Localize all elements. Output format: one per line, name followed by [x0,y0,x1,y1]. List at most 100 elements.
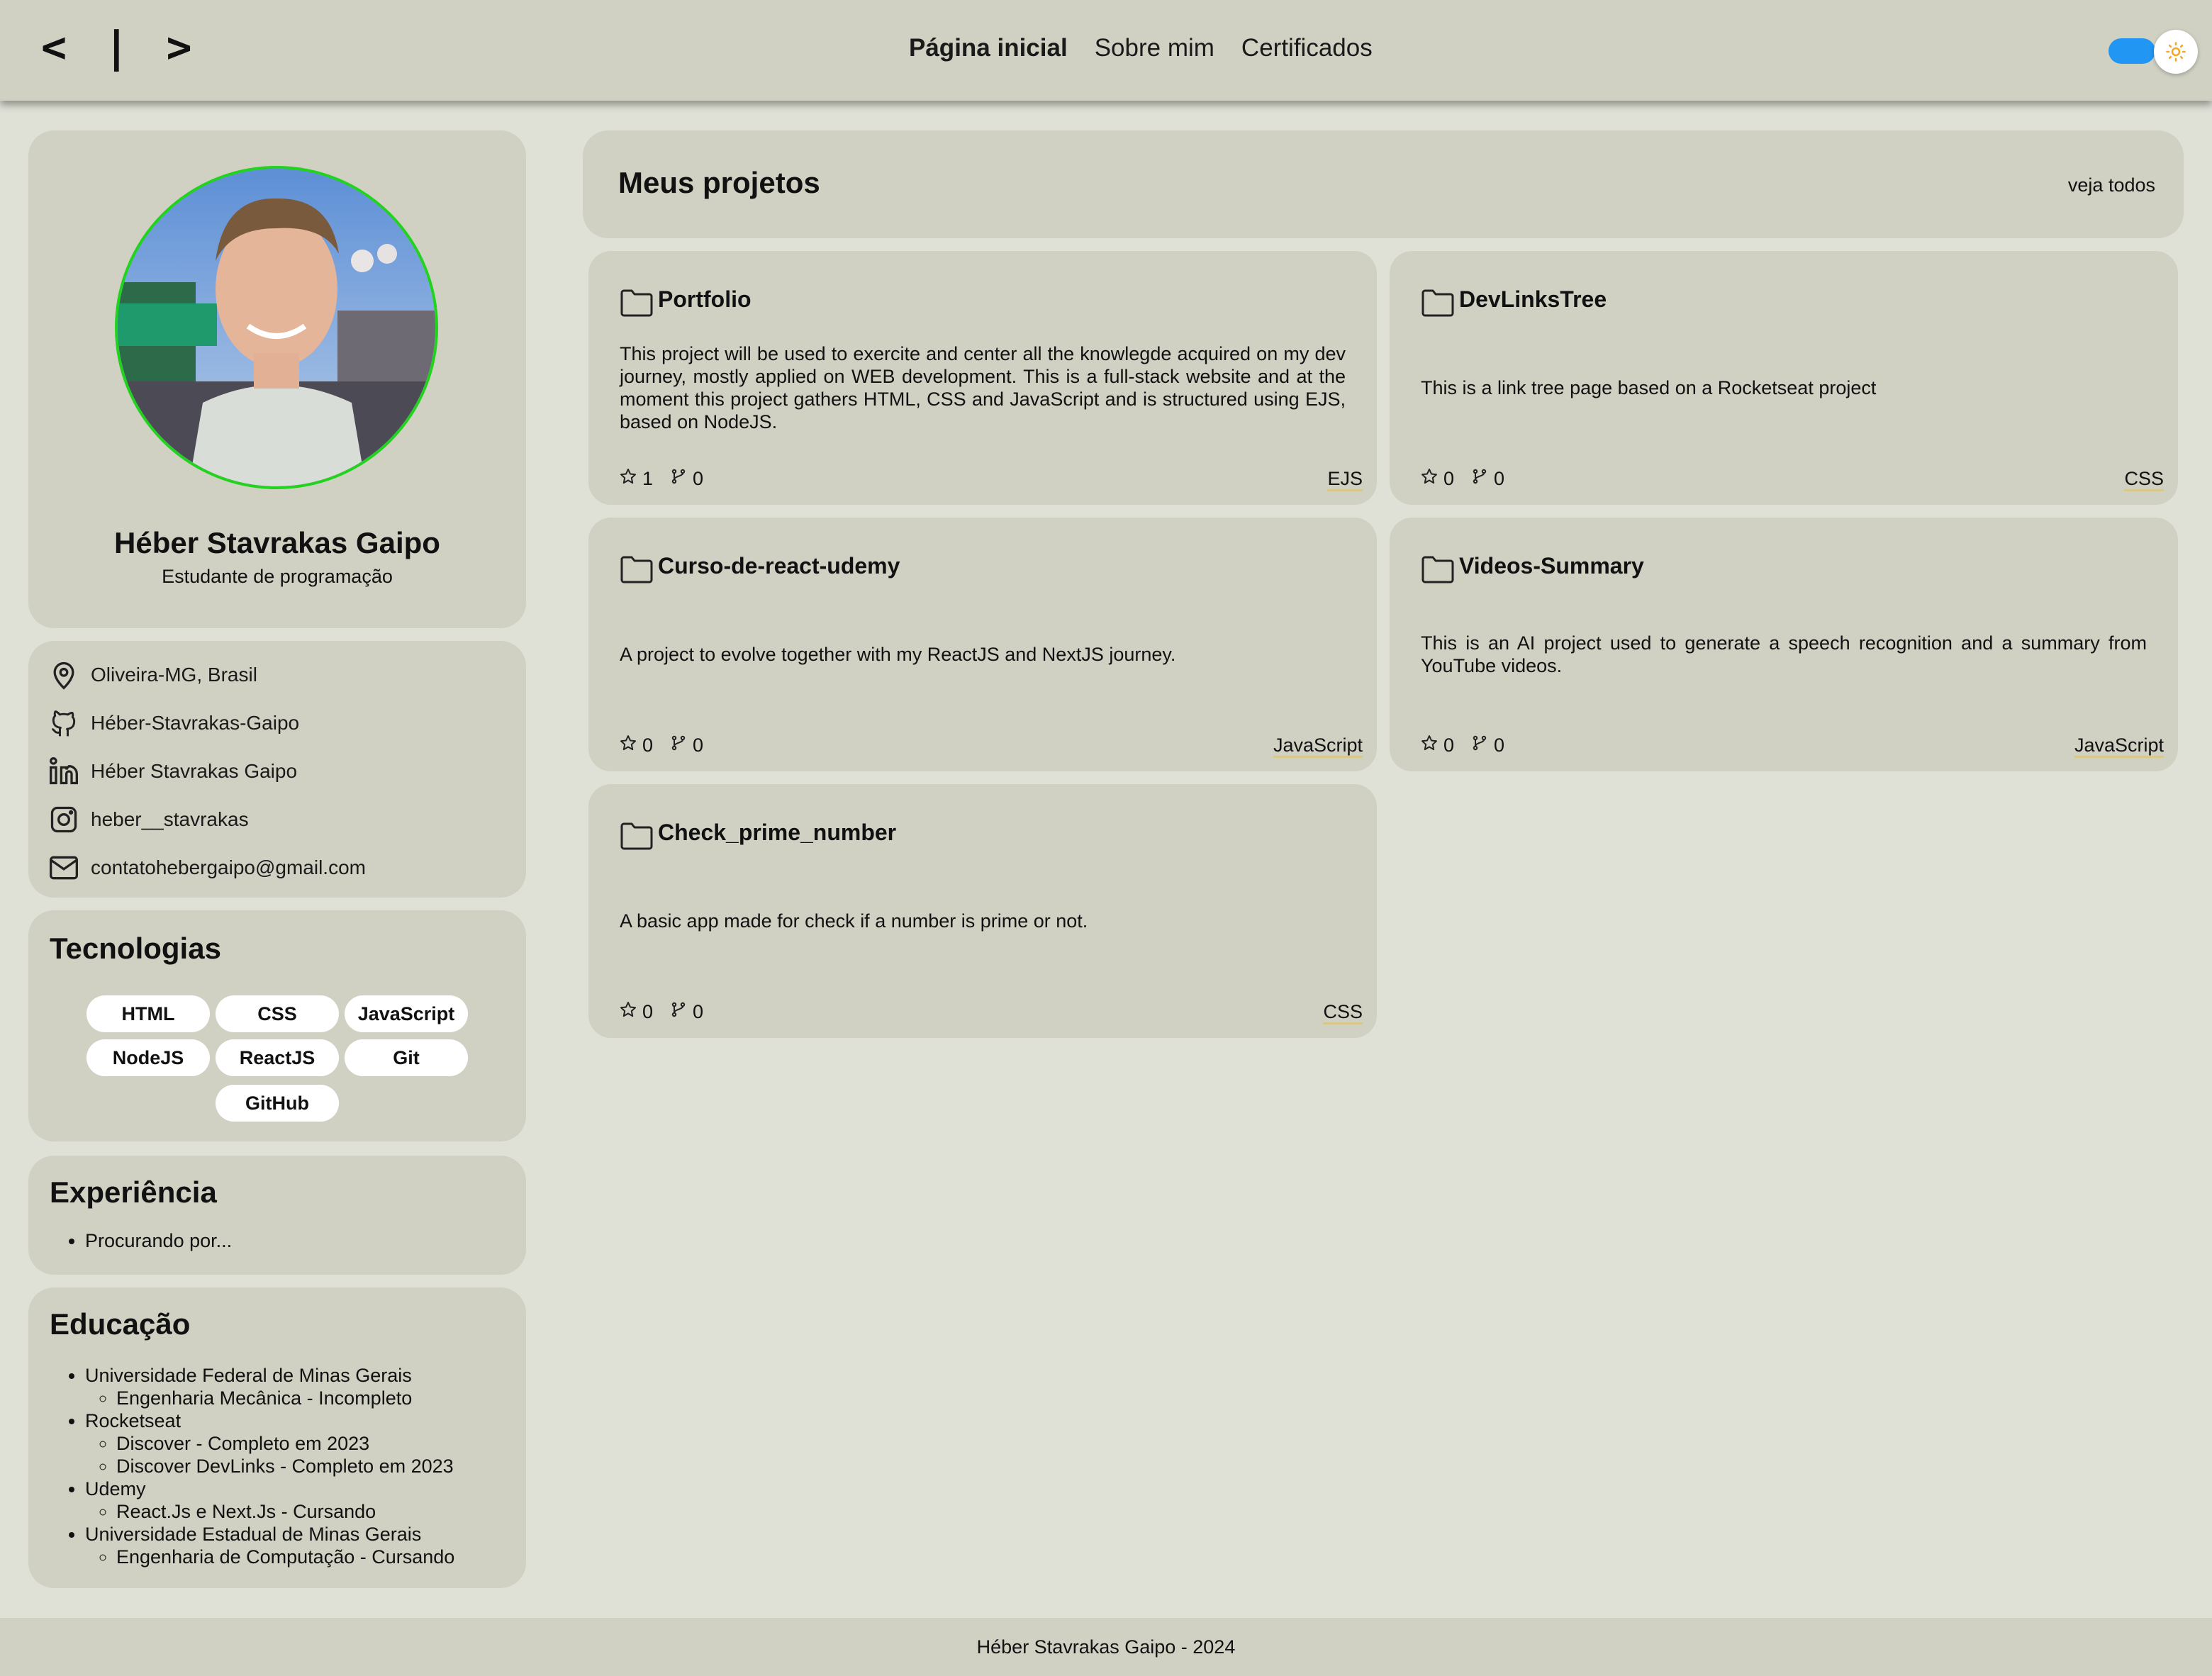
project-language[interactable]: EJS [1327,468,1363,491]
project-title[interactable]: Check_prime_number [658,820,896,846]
education-card: Educação Universidade Federal de Minas G… [28,1287,526,1588]
project-stats: 00 [620,1001,720,1023]
projects-title: Meus projetos [618,166,820,199]
project-stars: 1 [620,468,653,490]
experience-title: Experiência [50,1175,217,1209]
tech-chip-css: CSS [216,995,339,1032]
nav-home-link[interactable]: Página inicial [909,34,1068,62]
project-language[interactable]: JavaScript [1273,734,1363,758]
experience-list: Procurando por... [85,1229,232,1252]
tech-chip-javascript: JavaScript [345,995,468,1032]
forks-count: 0 [693,468,704,489]
contact-location[interactable]: Oliveira-MG, Brasil [47,655,257,695]
profile-name: Héber Stavrakas Gaipo [114,526,440,559]
project-card[interactable]: Curso-de-react-udemy A project to evolve … [588,518,1377,771]
education-school: Udemy [85,1478,146,1499]
project-card[interactable]: Videos-Summary This is an AI project used… [1390,518,2178,771]
theme-toggle[interactable] [2108,38,2155,64]
star-icon [620,1001,642,1023]
tech-chip-github: GitHub [216,1085,339,1122]
folder-icon [1421,554,1455,584]
project-title[interactable]: Videos-Summary [1459,553,1644,579]
project-description-text: This is a link tree page based on a Rock… [1421,377,1877,398]
project-stats: 10 [620,468,720,490]
project-description-text: This is an AI project used to generate a… [1421,632,2147,676]
see-all-link[interactable]: veja todos [2068,174,2155,196]
project-language[interactable]: JavaScript [2074,734,2164,758]
project-forks: 0 [1471,468,1504,490]
project-stars: 0 [620,734,653,756]
contact-instagram-label[interactable]: heber__stavrakas [91,808,249,831]
nav-about-link[interactable]: Sobre mim [1095,34,1214,62]
theme-toggle-knob[interactable] [2154,30,2198,74]
folder-icon [620,554,654,584]
star-icon [620,734,642,756]
project-stars: 0 [1421,468,1454,490]
avatar [115,166,438,489]
forks-count: 0 [693,1001,704,1022]
project-stats: 00 [620,734,720,756]
star-icon [1421,734,1443,756]
tech-chip-nodejs: NodeJS [86,1039,210,1076]
tech-chip-html: HTML [86,995,210,1032]
project-forks: 0 [1471,734,1504,756]
project-description-text: A basic app made for check if a number i… [620,910,1088,932]
project-forks: 0 [670,734,703,756]
technologies-title: Tecnologias [50,932,221,965]
project-card[interactable]: Portfolio This project will be used to ex… [588,251,1377,505]
profile-role: Estudante de programação [162,566,393,587]
project-forks: 0 [670,1001,703,1023]
project-description: This project will be used to exercite an… [620,342,1346,434]
project-description-text: This project will be used to exercite an… [620,343,1346,432]
github-icon [47,706,81,740]
main-nav: Página inicial Sobre mim Certificados [909,34,1373,62]
forks-count: 0 [693,734,704,756]
education-item: Udemy React.Js e Next.Js - Cursando [85,1477,454,1523]
star-icon [1421,468,1443,490]
education-course: Discover - Completo em 2023 [116,1432,454,1455]
contact-email[interactable]: contatohebergaipo@gmail.com [47,848,366,888]
experience-item: Procurando por... [85,1229,232,1252]
education-item: Universidade Federal de Minas Gerais Eng… [85,1364,454,1409]
contact-email-label[interactable]: contatohebergaipo@gmail.com [91,856,366,879]
contact-location-label[interactable]: Oliveira-MG, Brasil [91,664,257,686]
nav-certificates-link[interactable]: Certificados [1241,34,1373,62]
fork-icon [1471,734,1494,756]
contact-linkedin-label[interactable]: Héber Stavrakas Gaipo [91,760,297,783]
tech-chip-git: Git [345,1039,468,1076]
contacts-card: Oliveira-MG, Brasil Héber-Stavrakas-Gaip… [28,641,526,898]
tech-chip-reactjs: ReactJS [216,1039,339,1076]
site-logo[interactable]: < | > [41,23,198,72]
project-title[interactable]: Curso-de-react-udemy [658,553,900,579]
stars-count: 1 [642,468,654,489]
contact-linkedin[interactable]: Héber Stavrakas Gaipo [47,752,297,791]
mail-icon [47,851,81,885]
fork-icon [670,734,693,756]
sun-icon [2166,42,2186,62]
footer: Héber Stavrakas Gaipo - 2024 [0,1618,2212,1676]
stars-count: 0 [642,734,654,756]
project-title[interactable]: Portfolio [658,286,752,313]
project-card[interactable]: DevLinksTree This is a link tree page bas… [1390,251,2178,505]
project-title[interactable]: DevLinksTree [1459,286,1607,313]
education-course: Discover DevLinks - Completo em 2023 [116,1455,454,1477]
education-school: Universidade Federal de Minas Gerais [85,1365,412,1386]
project-language[interactable]: CSS [1323,1001,1363,1024]
education-course: Engenharia Mecânica - Incompleto [116,1387,454,1409]
profile-card: Héber Stavrakas Gaipo Estudante de progr… [28,130,526,628]
folder-icon [620,821,654,851]
contact-instagram[interactable]: heber__stavrakas [47,800,249,839]
footer-text: Héber Stavrakas Gaipo - 2024 [976,1636,1236,1658]
map-pin-icon [47,658,81,692]
instagram-icon [47,803,81,837]
fork-icon [1471,468,1494,490]
contact-github-label[interactable]: Héber-Stavrakas-Gaipo [91,712,299,734]
project-card[interactable]: Check_prime_number A basic app made for c… [588,784,1377,1038]
education-item: Rocketseat Discover - Completo em 2023 D… [85,1409,454,1477]
forks-count: 0 [1494,468,1505,489]
project-language[interactable]: CSS [2124,468,2164,491]
project-stats: 00 [1421,734,1521,756]
stars-count: 0 [642,1001,654,1022]
contact-github[interactable]: Héber-Stavrakas-Gaipo [47,703,299,743]
education-course: React.Js e Next.Js - Cursando [116,1500,454,1523]
